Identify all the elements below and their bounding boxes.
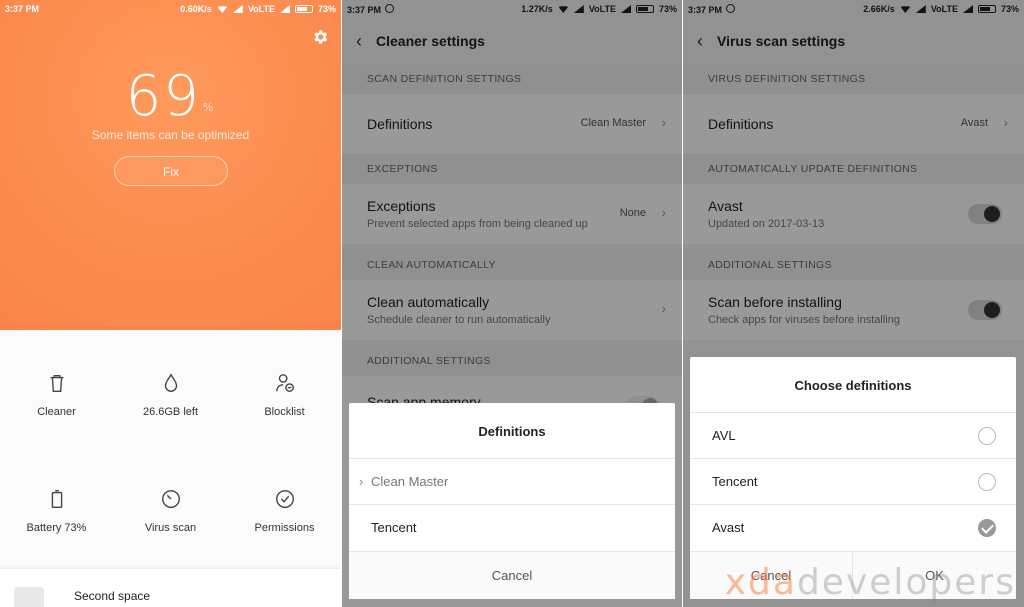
gear-icon[interactable] — [311, 28, 329, 46]
cleaner-settings-screen: 3:37 PM 1.27K/s VoLTE 73% ‹ Cleaner sett… — [342, 0, 682, 607]
option-label: Avast — [712, 520, 745, 535]
option-label: AVL — [712, 428, 736, 443]
dialog-option[interactable]: Avast — [690, 504, 1016, 550]
security-home-screen: 3:37 PM 0.60K/s VoLTE 73% 69% Some items… — [0, 0, 341, 607]
score-subtitle: Some items can be optimized — [91, 128, 250, 142]
virus-scan-settings-screen: 3:37 PM 2.66K/s VoLTE 73% ‹ Virus scan s… — [683, 0, 1024, 607]
network-type: VoLTE — [247, 4, 275, 14]
cancel-button[interactable]: Cancel — [349, 551, 675, 599]
tool-label: 26.6GB left — [142, 406, 199, 418]
tool-permissions[interactable]: Permissions — [228, 488, 341, 534]
drop-icon — [164, 373, 177, 392]
blocklist-icon — [275, 374, 294, 392]
chevron-right-icon: › — [359, 474, 364, 489]
radio-button-checked[interactable] — [978, 519, 996, 537]
dialog-option[interactable]: › Clean Master — [349, 458, 675, 504]
option-label: Clean Master — [371, 474, 449, 489]
battery-level: 73% — [317, 4, 336, 14]
second-space-label: Second space — [74, 589, 151, 603]
dialog-title: Choose definitions — [794, 378, 912, 393]
tool-label: Virus scan — [144, 522, 197, 534]
tool-label: Cleaner — [37, 406, 76, 418]
tool-storage[interactable]: 26.6GB left — [114, 372, 227, 418]
second-space-item[interactable]: Second space — [0, 568, 341, 607]
score-header: 3:37 PM 0.60K/s VoLTE 73% 69% Some items… — [0, 0, 341, 330]
tool-cleaner[interactable]: Cleaner — [0, 372, 113, 418]
tool-label: Battery 73% — [26, 522, 87, 534]
check-circle-icon — [275, 490, 294, 508]
tool-label: Blocklist — [264, 406, 305, 418]
watermark-logo: xdadevelopers — [724, 562, 1016, 603]
optimization-score: 69% — [0, 64, 341, 129]
score-value: 69 — [125, 64, 201, 129]
dialog-option[interactable]: AVL — [690, 412, 1016, 458]
option-label: Tencent — [371, 520, 417, 535]
wifi-icon — [216, 6, 228, 13]
score-unit: % — [202, 101, 216, 114]
tool-battery[interactable]: Battery 73% — [0, 488, 113, 534]
tool-blocklist[interactable]: Blocklist — [228, 372, 341, 418]
dialog-title: Definitions — [478, 424, 546, 439]
virus-scan-icon — [161, 490, 180, 508]
tools-grid: Cleaner 26.6GB left Blocklist Battery 73… — [0, 330, 341, 565]
status-time: 3:37 PM — [5, 4, 40, 14]
radio-button[interactable] — [978, 427, 996, 445]
dialog-option[interactable]: Tencent — [690, 458, 1016, 504]
signal-icon — [279, 5, 290, 13]
tool-label: Permissions — [254, 522, 315, 534]
second-space-icon — [14, 587, 44, 607]
net-speed: 0.60K/s — [180, 4, 212, 14]
radio-button[interactable] — [978, 473, 996, 491]
status-bar: 3:37 PM 0.60K/s VoLTE 73% — [0, 0, 341, 18]
dialog-option[interactable]: Tencent — [349, 504, 675, 550]
trash-icon — [50, 374, 63, 392]
battery-status-icon — [294, 5, 313, 13]
definitions-dialog: Definitions › Clean Master Tencent Cance… — [349, 403, 675, 599]
battery-icon — [51, 490, 62, 508]
fix-button[interactable]: Fix — [114, 156, 228, 186]
tool-virus-scan[interactable]: Virus scan — [114, 488, 227, 534]
signal-icon — [232, 5, 243, 13]
option-label: Tencent — [712, 474, 758, 489]
